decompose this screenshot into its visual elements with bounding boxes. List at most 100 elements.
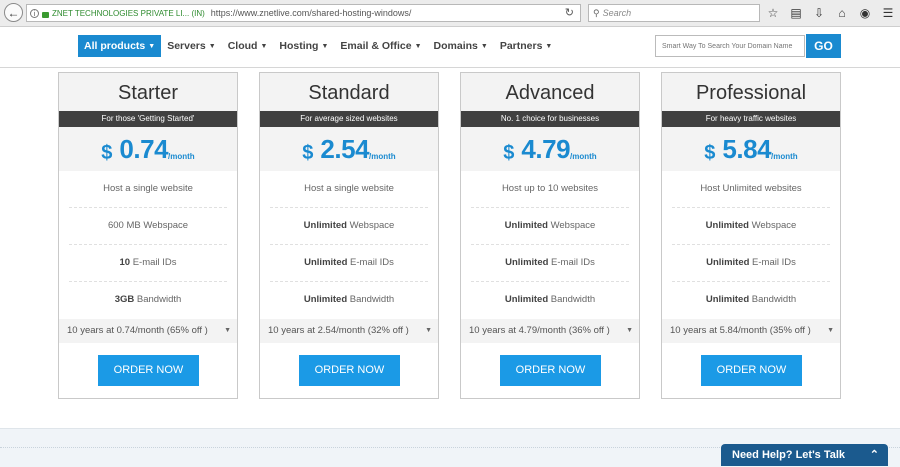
plan-card-professional: Professional For heavy traffic websites … xyxy=(661,72,841,399)
feature-bold: Unlimited xyxy=(303,294,348,305)
chevron-down-icon: ▼ xyxy=(827,327,834,334)
info-icon[interactable]: i xyxy=(30,9,39,19)
feature-bold: Unlimited xyxy=(304,257,348,268)
url-text: https://www.znetlive.com/shared-hosting-… xyxy=(210,8,412,18)
go-button[interactable]: GO xyxy=(806,34,841,58)
plan-tagline: For those 'Getting Started' xyxy=(59,111,237,127)
term-select[interactable]: 10 years at 5.84/month (35% off ) ▼ xyxy=(662,319,840,343)
feature-row: Unlimited Bandwidth xyxy=(672,282,830,319)
chevron-down-icon: ▼ xyxy=(425,327,432,334)
order-now-button[interactable]: ORDER NOW xyxy=(500,355,601,386)
search-icon: ⚲ xyxy=(593,8,600,18)
order-now-button[interactable]: ORDER NOW xyxy=(299,355,400,386)
chevron-down-icon: ▼ xyxy=(480,43,488,50)
chevron-down-icon: ▼ xyxy=(626,327,633,334)
feature-row: Unlimited E-mail IDs xyxy=(270,245,428,282)
feature-row: Unlimited E-mail IDs xyxy=(471,245,629,282)
back-arrow-icon[interactable]: ← xyxy=(4,3,23,22)
browser-toolbar: ← i ZNET TECHNOLOGIES PRIVATE LI... (IN) h… xyxy=(0,0,900,27)
plan-title: Starter xyxy=(59,73,237,111)
plan-card-advanced: Advanced No. 1 choice for businesses $4.… xyxy=(460,72,640,399)
feature-text: E-mail IDs xyxy=(749,257,796,268)
help-chat-label: Need Help? Let's Talk xyxy=(732,449,846,461)
feature-row: Host a single website xyxy=(270,171,428,208)
plan-tagline: For heavy traffic websites xyxy=(662,111,840,127)
nav-item-domains[interactable]: Domains ▼ xyxy=(428,35,494,57)
feature-bold: Unlimited xyxy=(504,294,549,305)
nav-item-all-products[interactable]: All products ▼ xyxy=(78,35,162,57)
feature-bold: 3GB xyxy=(114,294,135,305)
nav-item-email-office[interactable]: Email & Office ▼ xyxy=(334,35,427,57)
nav-label: Hosting xyxy=(279,40,319,52)
feature-row: Unlimited Bandwidth xyxy=(270,282,428,319)
nav-item-hosting[interactable]: Hosting ▼ xyxy=(273,35,334,57)
nav-label: Cloud xyxy=(227,40,258,52)
order-now-button[interactable]: ORDER NOW xyxy=(701,355,802,386)
help-chat-tab[interactable]: Need Help? Let's Talk ⌃ xyxy=(721,444,888,466)
nav-item-cloud[interactable]: Cloud ▼ xyxy=(222,35,274,57)
address-bar[interactable]: i ZNET TECHNOLOGIES PRIVATE LI... (IN) htt… xyxy=(26,4,581,22)
nav-label: Partners xyxy=(499,40,543,52)
feature-row: Unlimited Webspace xyxy=(672,208,830,245)
term-select[interactable]: 10 years at 4.79/month (36% off ) ▼ xyxy=(461,319,639,343)
reading-list-icon[interactable]: ▤ xyxy=(789,6,803,20)
browser-search-input[interactable]: ⚲ Search xyxy=(588,4,760,22)
chevron-down-icon: ▼ xyxy=(260,43,268,50)
nav-label: All products xyxy=(84,40,146,52)
feature-text: Host up to 10 websites xyxy=(501,183,599,194)
currency-symbol: $ xyxy=(704,142,716,164)
feature-text: E-mail IDs xyxy=(130,257,177,268)
feature-text: Bandwidth xyxy=(134,294,182,305)
plan-price: $5.84/month xyxy=(662,127,840,171)
reload-icon[interactable]: ↻ xyxy=(565,5,574,21)
feature-row: 600 MB Webspace xyxy=(69,208,227,245)
plan-card-starter: Starter For those 'Getting Started' $0.7… xyxy=(58,72,238,399)
term-select[interactable]: 10 years at 0.74/month (65% off ) ▼ xyxy=(59,319,237,343)
pocket-icon[interactable]: ◉ xyxy=(858,6,872,20)
main-nav: All products ▼ Servers ▼ Cloud ▼ Hosting ▼ E… xyxy=(78,35,558,57)
download-icon[interactable]: ⇩ xyxy=(812,6,826,20)
feature-row: Unlimited E-mail IDs xyxy=(672,245,830,282)
toolbar-icons: ☆ ▤ ⇩ ⌂ ◉ ☰ xyxy=(766,4,895,22)
feature-row: Unlimited Webspace xyxy=(471,208,629,245)
feature-row: Host Unlimited websites xyxy=(672,171,830,208)
order-now-button[interactable]: ORDER NOW xyxy=(98,355,199,386)
plan-title: Advanced xyxy=(461,73,639,111)
feature-row: Host up to 10 websites xyxy=(471,171,629,208)
site-header: All products ▼ Servers ▼ Cloud ▼ Hosting ▼ E… xyxy=(0,27,900,68)
currency-symbol: $ xyxy=(101,142,113,164)
bookmark-star-icon[interactable]: ☆ xyxy=(766,6,780,20)
nav-item-servers[interactable]: Servers ▼ xyxy=(161,35,221,57)
feature-text: Bandwidth xyxy=(548,294,596,305)
domain-search-input[interactable] xyxy=(655,35,805,57)
feature-text: Bandwidth xyxy=(749,294,797,305)
search-placeholder: Search xyxy=(602,8,632,18)
feature-text: Webspace xyxy=(547,220,596,231)
nav-label: Email & Office xyxy=(340,40,412,52)
term-select[interactable]: 10 years at 2.54/month (32% off ) ▼ xyxy=(260,319,438,343)
plan-card-standard: Standard For average sized websites $2.5… xyxy=(259,72,439,399)
feature-text: Host Unlimited websites xyxy=(700,183,802,194)
feature-row: 10 E-mail IDs xyxy=(69,245,227,282)
feature-bold: Unlimited xyxy=(505,257,549,268)
feature-text: Host a single website xyxy=(304,183,394,194)
term-value: 10 years at 5.84/month (35% off ) xyxy=(670,325,811,336)
plan-price: $2.54/month xyxy=(260,127,438,171)
home-icon[interactable]: ⌂ xyxy=(835,6,849,20)
price-period: /month xyxy=(771,152,798,161)
feature-text: Webspace xyxy=(748,220,797,231)
feature-row: Unlimited Bandwidth xyxy=(471,282,629,319)
chevron-down-icon: ▼ xyxy=(148,43,156,50)
feature-text: E-mail IDs xyxy=(548,257,595,268)
nav-item-partners[interactable]: Partners ▼ xyxy=(494,35,559,57)
feature-bold: Unlimited xyxy=(504,220,548,231)
feature-bold: Unlimited xyxy=(705,294,750,305)
price-period: /month xyxy=(369,152,396,161)
term-value: 10 years at 2.54/month (32% off ) xyxy=(268,325,409,336)
chevron-down-icon: ▼ xyxy=(321,43,329,50)
plan-price: $0.74/month xyxy=(59,127,237,171)
feature-text: E-mail IDs xyxy=(347,257,394,268)
menu-icon[interactable]: ☰ xyxy=(881,6,895,20)
price-amount: 2.54 xyxy=(320,134,370,164)
feature-text: 600 MB Webspace xyxy=(107,220,189,231)
